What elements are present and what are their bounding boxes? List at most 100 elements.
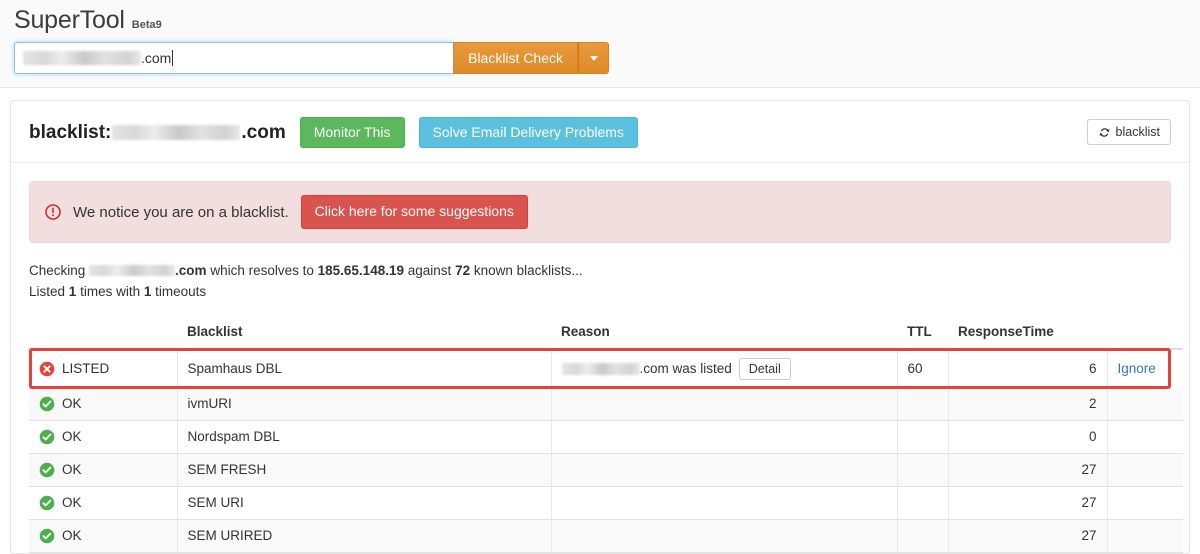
summary-ip-address: 185.65.148.19 bbox=[317, 262, 404, 278]
search-input-value: .com bbox=[23, 50, 174, 66]
page-title-prefix: blacklist: bbox=[29, 121, 112, 143]
solve-email-delivery-button[interactable]: Solve Email Delivery Problems bbox=[418, 117, 638, 149]
cell-blacklist: Spamhaus DBL bbox=[177, 348, 552, 388]
status-badge: OK bbox=[39, 495, 167, 511]
summary-times-with-label: times with bbox=[80, 283, 141, 299]
table-head: Blacklist Reason TTL ResponseTime bbox=[29, 314, 1183, 350]
blacklist-result-card: blacklist: .com Monitor This Solve Email… bbox=[10, 100, 1190, 554]
status-label: LISTED bbox=[62, 361, 110, 377]
column-header-status bbox=[29, 314, 177, 350]
cell-reason bbox=[551, 387, 898, 421]
blacklist-check-dropdown-button[interactable] bbox=[578, 42, 609, 74]
cell-ignore bbox=[1107, 420, 1183, 454]
summary-checking-label: Checking bbox=[29, 262, 86, 278]
table-row: OK SEM URI 27 bbox=[29, 486, 1183, 520]
summary-resolves-label: which resolves to bbox=[210, 262, 314, 278]
column-header-ttl: TTL bbox=[897, 314, 948, 350]
brand-beta-badge: Beta9 bbox=[131, 19, 162, 31]
cell-ignore: Ignore bbox=[1107, 348, 1183, 388]
exclamation-circle-icon bbox=[45, 204, 61, 220]
cell-ignore bbox=[1107, 387, 1183, 421]
search-input[interactable]: .com bbox=[14, 42, 454, 74]
card-header: blacklist: .com Monitor This Solve Email… bbox=[11, 101, 1189, 164]
reason-text: .com was listed bbox=[639, 361, 732, 377]
column-header-actions bbox=[1107, 314, 1183, 350]
cell-ttl bbox=[897, 420, 949, 454]
cell-responsetime: 0 bbox=[948, 420, 1108, 454]
check-circle-icon bbox=[39, 429, 55, 444]
brand-title: SuperTool bbox=[14, 6, 125, 34]
summary-line-1: Checking .com which resolves to 185.65.1… bbox=[29, 261, 1171, 282]
table-body: LISTED Spamhaus DBL .com was listed Detail 6… bbox=[29, 348, 1183, 553]
column-header-blacklist: Blacklist bbox=[177, 314, 551, 350]
page-title: blacklist: .com bbox=[29, 122, 286, 144]
check-circle-icon bbox=[39, 495, 55, 510]
cell-status: OK bbox=[29, 486, 178, 520]
cell-ttl bbox=[897, 387, 949, 421]
results-table-wrapper: Blacklist Reason TTL ResponseTime LISTED… bbox=[29, 314, 1183, 553]
status-label: OK bbox=[62, 495, 82, 511]
blacklist-alert-banner: We notice you are on a blacklist. Click … bbox=[29, 181, 1171, 243]
summary-against-label: against bbox=[407, 262, 452, 278]
cell-ttl: 60 bbox=[897, 348, 949, 388]
status-label: OK bbox=[62, 462, 82, 478]
blacklist-check-button[interactable]: Blacklist Check bbox=[453, 42, 578, 74]
card-body: We notice you are on a blacklist. Click … bbox=[11, 163, 1189, 553]
table-row: OK SEM FRESH 27 bbox=[29, 453, 1183, 487]
redacted-domain-block bbox=[89, 264, 176, 276]
reason-content: .com was listed Detail bbox=[561, 357, 887, 380]
column-header-responsetime: ResponseTime bbox=[948, 314, 1107, 350]
refresh-blacklist-button[interactable]: blacklist bbox=[1086, 119, 1171, 145]
table-row: OK Nordspam DBL 0 bbox=[29, 420, 1183, 454]
alert-message: We notice you are on a blacklist. bbox=[73, 203, 289, 221]
cell-responsetime: 6 bbox=[948, 348, 1108, 388]
refresh-blacklist-label: blacklist bbox=[1115, 125, 1160, 139]
cell-reason bbox=[551, 486, 898, 520]
search-row: .com Blacklist Check bbox=[14, 42, 609, 74]
summary-listed-count: 1 bbox=[68, 283, 77, 299]
redacted-domain-block bbox=[561, 362, 640, 375]
refresh-icon bbox=[1098, 127, 1110, 137]
blacklist-results-table: Blacklist Reason TTL ResponseTime LISTED… bbox=[29, 314, 1183, 553]
cell-blacklist: SEM URI bbox=[177, 486, 552, 520]
cell-reason bbox=[551, 453, 898, 487]
redacted-domain-block bbox=[23, 51, 141, 65]
summary-blacklist-count: 72 bbox=[455, 262, 471, 278]
cell-blacklist: ivmURI bbox=[177, 387, 552, 421]
monitor-this-button[interactable]: Monitor This bbox=[299, 117, 405, 149]
cell-blacklist: SEM FRESH bbox=[177, 453, 552, 487]
table-row: LISTED Spamhaus DBL .com was listed Detail 6… bbox=[29, 348, 1183, 388]
status-badge: OK bbox=[39, 462, 167, 478]
cell-responsetime: 2 bbox=[948, 387, 1108, 421]
redacted-domain-block bbox=[112, 125, 241, 141]
times-circle-icon bbox=[39, 361, 55, 376]
summary-line-2: Listed 1 times with 1 timeouts bbox=[29, 282, 1171, 303]
summary-timeout-count: 1 bbox=[143, 283, 152, 299]
status-badge: LISTED bbox=[39, 361, 167, 377]
detail-button[interactable]: Detail bbox=[738, 357, 791, 380]
brand: SuperTool Beta9 bbox=[14, 0, 1186, 34]
ignore-link[interactable]: Ignore bbox=[1118, 361, 1156, 376]
search-domain-suffix: .com bbox=[141, 50, 172, 66]
cell-responsetime: 27 bbox=[948, 453, 1108, 487]
cell-status: OK bbox=[29, 420, 178, 454]
cell-reason bbox=[551, 420, 898, 454]
suggestions-button[interactable]: Click here for some suggestions bbox=[300, 195, 528, 229]
top-search-bar: SuperTool Beta9 .com Blacklist Check bbox=[0, 0, 1200, 88]
cell-ignore bbox=[1107, 486, 1183, 520]
text-cursor bbox=[172, 50, 174, 66]
page-title-suffix: .com bbox=[241, 121, 286, 143]
cell-ttl bbox=[897, 453, 949, 487]
table-header-row: Blacklist Reason TTL ResponseTime bbox=[29, 314, 1183, 350]
cell-ttl bbox=[897, 486, 949, 520]
summary-domain-suffix: .com bbox=[175, 262, 207, 278]
cell-blacklist: Nordspam DBL bbox=[177, 420, 552, 454]
cell-status: OK bbox=[29, 453, 178, 487]
column-header-reason: Reason bbox=[551, 314, 897, 350]
cell-status: OK bbox=[29, 387, 178, 421]
status-label: OK bbox=[62, 396, 82, 412]
cell-ignore bbox=[1107, 453, 1183, 487]
caret-down-icon bbox=[589, 55, 598, 61]
status-badge: OK bbox=[39, 429, 167, 445]
summary-timeouts-label: timeouts bbox=[155, 283, 207, 299]
